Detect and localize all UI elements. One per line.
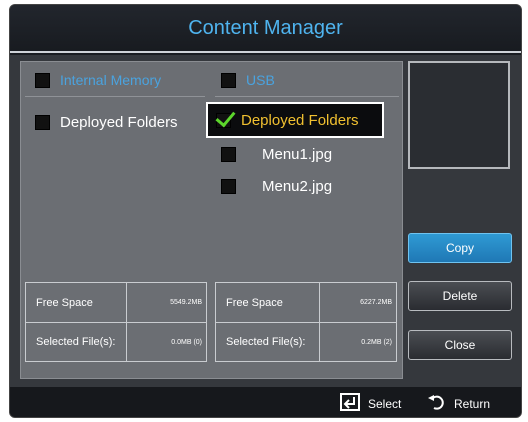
info-row: Selected File(s): 0.0MB (0) [26, 322, 206, 361]
item-label: Menu1.jpg [262, 145, 333, 163]
title-bar: Content Manager [10, 5, 521, 53]
info-value: 0.2MB (2) [361, 338, 392, 346]
usb-header[interactable]: USB [221, 72, 275, 88]
usb-label: USB [246, 72, 275, 88]
check-icon [215, 106, 236, 127]
window-title: Content Manager [188, 16, 343, 39]
info-key: Selected File(s): [216, 323, 320, 361]
enter-icon [340, 393, 360, 414]
internal-memory-checkbox[interactable] [35, 72, 50, 88]
content-manager-dialog: Content Manager Internal Memory USB Depl… [9, 4, 522, 418]
right-divider [215, 96, 399, 97]
footer-bar: Select Return [10, 387, 521, 417]
return-arrow-icon [426, 393, 446, 414]
internal-memory-info: Free Space 5549.2MB Selected File(s): 0.… [25, 282, 207, 362]
item-checkbox[interactable] [35, 114, 50, 130]
return-hint[interactable]: Return [426, 393, 490, 414]
list-item-focused[interactable]: Deployed Folders [206, 102, 384, 138]
close-button[interactable]: Close [408, 330, 512, 360]
item-checkbox[interactable] [221, 146, 236, 162]
select-label: Select [368, 396, 402, 411]
select-hint[interactable]: Select [340, 393, 401, 414]
copy-button[interactable]: Copy [408, 233, 512, 263]
list-item[interactable]: Menu1.jpg [221, 144, 332, 164]
info-value: 0.0MB (0) [171, 338, 202, 346]
list-item[interactable]: Deployed Folders [35, 112, 178, 132]
info-value: 5549.2MB [170, 299, 202, 306]
return-label: Return [454, 396, 491, 411]
info-value: 6227.2MB [360, 299, 392, 306]
item-label: Menu2.jpg [262, 177, 333, 195]
left-divider [25, 96, 205, 97]
internal-memory-label: Internal Memory [60, 72, 162, 88]
info-row: Free Space 5549.2MB [26, 283, 206, 322]
info-row: Selected File(s): 0.2MB (2) [216, 322, 396, 361]
info-key: Free Space [216, 283, 320, 322]
usb-checkbox[interactable] [221, 72, 236, 88]
info-key: Selected File(s): [26, 323, 127, 361]
list-item[interactable]: Menu2.jpg [221, 176, 332, 196]
info-key: Free Space [26, 283, 127, 322]
item-label: Deployed Folders [241, 111, 359, 129]
info-row: Free Space 6227.2MB [216, 283, 396, 322]
item-checkbox[interactable] [215, 106, 236, 128]
delete-button[interactable]: Delete [408, 281, 512, 311]
file-browser: Internal Memory USB Deployed Folders Dep… [20, 61, 403, 379]
item-checkbox[interactable] [221, 178, 236, 194]
item-label: Deployed Folders [60, 113, 178, 131]
internal-memory-header[interactable]: Internal Memory [35, 72, 161, 88]
content-area: Internal Memory USB Deployed Folders Dep… [10, 55, 521, 387]
preview-pane [408, 61, 510, 169]
usb-info: Free Space 6227.2MB Selected File(s): 0.… [215, 282, 397, 362]
